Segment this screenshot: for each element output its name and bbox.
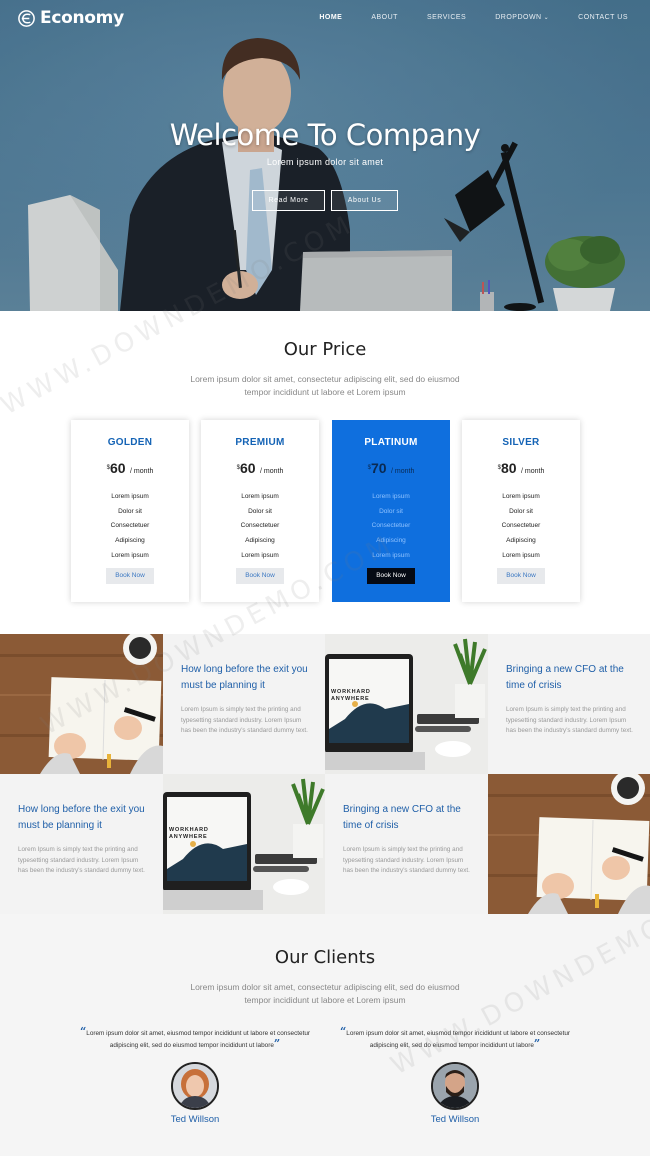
logo-icon — [18, 9, 35, 27]
plan-period: / month — [521, 468, 545, 475]
feature-body: Lorem Ipsum is simply text the printing … — [18, 846, 145, 875]
plan-feature: Consectetuer — [110, 522, 150, 529]
plan-name: PREMIUM — [235, 437, 285, 448]
price-title: Our Price — [283, 339, 367, 360]
notebook-photo — [0, 634, 163, 774]
plan-feature: Lorem ipsum — [502, 552, 540, 559]
brand-name: Economy — [40, 8, 124, 28]
feature-card: How long before the exit you must be pla… — [0, 774, 163, 914]
book-now-button[interactable]: Book Now — [236, 568, 284, 584]
laptop-screen-text: WORKHARD ANYWHERE — [169, 827, 209, 840]
price-card-platinum: PLATINUM $70 / month Lorem ipsum Dolor s… — [332, 420, 450, 602]
plan-feature: Adipiscing — [245, 537, 275, 544]
avatar — [171, 1062, 219, 1110]
feature-title[interactable]: Bringing a new CFO at the time of crisis — [506, 662, 638, 694]
hero-section: Economy HOME ABOUT SERVICES DROPDOWN ⌄ CO… — [0, 0, 650, 311]
navbar: Economy HOME ABOUT SERVICES DROPDOWN ⌄ CO… — [0, 0, 650, 38]
avatar — [431, 1062, 479, 1110]
clients-section: Our Clients Lorem ipsum dolor sit amet, … — [0, 914, 650, 1156]
plan-feature: Lorem ipsum — [241, 493, 279, 500]
plan-feature: Dolor sit — [248, 508, 272, 515]
plan-name: GOLDEN — [107, 437, 153, 448]
testimonial-quote: “Lorem ipsum dolor sit amet, eiusmod tem… — [75, 1026, 315, 1052]
feature-grid: How long before the exit you must be pla… — [0, 634, 650, 914]
plan-name: SILVER — [502, 437, 540, 448]
plan-feature: Adipiscing — [115, 537, 145, 544]
plan-period: / month — [391, 468, 415, 475]
plan-period: / month — [260, 468, 284, 475]
nav-home[interactable]: HOME — [319, 14, 342, 21]
plan-feature: Lorem ipsum — [111, 552, 149, 559]
logo[interactable]: Economy — [17, 8, 124, 28]
hero-subtitle: Lorem ipsum dolor sit amet — [266, 157, 384, 167]
book-now-button[interactable]: Book Now — [106, 568, 154, 584]
feature-card: How long before the exit you must be pla… — [163, 634, 326, 774]
price-description: Lorem ipsum dolor sit amet, consectetur … — [190, 374, 460, 397]
feature-card: Bringing a new CFO at the time of crisis… — [488, 634, 650, 774]
about-us-button[interactable]: About Us — [331, 190, 398, 211]
plan-feature: Dolor sit — [118, 508, 142, 515]
feature-body: Lorem Ipsum is simply text the printing … — [506, 706, 633, 735]
price-card-golden: GOLDEN $60 / month Lorem ipsum Dolor sit… — [71, 420, 189, 602]
hero-overlay — [0, 0, 650, 311]
read-more-button[interactable]: Read More — [252, 190, 325, 211]
feature-title[interactable]: How long before the exit you must be pla… — [181, 662, 313, 694]
feature-body: Lorem Ipsum is simply text the printing … — [343, 846, 470, 875]
price-card-premium: PREMIUM $60 / month Lorem ipsum Dolor si… — [201, 420, 319, 602]
nav-services[interactable]: SERVICES — [427, 14, 466, 21]
plan-amount: 60 — [109, 460, 126, 476]
book-now-button[interactable]: Book Now — [367, 568, 415, 584]
laptop-photo: WORKHARD ANYWHERE — [163, 774, 326, 914]
nav-dropdown[interactable]: DROPDOWN ⌄ — [495, 14, 549, 21]
plan-period: / month — [130, 468, 154, 475]
client-name: Ted Willson — [430, 1114, 480, 1125]
plan-amount: 80 — [500, 460, 517, 476]
plan-feature: Consectetuer — [371, 522, 411, 529]
book-now-button[interactable]: Book Now — [497, 568, 545, 584]
plan-price: $60 / month — [71, 460, 189, 478]
plan-name: PLATINUM — [364, 437, 418, 448]
plan-price: $70 / month — [332, 460, 450, 478]
plan-feature: Lorem ipsum — [502, 493, 540, 500]
quote-close-icon: ” — [533, 1037, 541, 1050]
feature-title[interactable]: Bringing a new CFO at the time of crisis — [343, 802, 475, 834]
plan-feature: Adipiscing — [506, 537, 536, 544]
feature-title[interactable]: How long before the exit you must be pla… — [18, 802, 150, 834]
quote-close-icon: ” — [273, 1037, 281, 1050]
plan-amount: 70 — [370, 460, 387, 476]
plan-feature: Dolor sit — [509, 508, 533, 515]
plan-feature: Lorem ipsum — [372, 552, 410, 559]
price-card-silver: SILVER $80 / month Lorem ipsum Dolor sit… — [462, 420, 580, 602]
plan-feature: Adipiscing — [376, 537, 406, 544]
plan-feature: Consectetuer — [240, 522, 280, 529]
feature-body: Lorem Ipsum is simply text the printing … — [181, 706, 308, 735]
nav-about[interactable]: ABOUT — [371, 14, 398, 21]
laptop-photo: WORKHARD ANYWHERE — [325, 634, 488, 774]
notebook-photo — [488, 774, 650, 914]
plan-feature: Lorem ipsum — [241, 552, 279, 559]
nav-dropdown-label: DROPDOWN — [495, 14, 542, 21]
plan-feature: Lorem ipsum — [372, 493, 410, 500]
clients-title: Our Clients — [274, 947, 376, 968]
plan-feature: Consectetuer — [501, 522, 541, 529]
testimonial-quote: “Lorem ipsum dolor sit amet, eiusmod tem… — [335, 1026, 575, 1052]
plan-price: $80 / month — [462, 460, 580, 478]
feature-card: Bringing a new CFO at the time of crisis… — [325, 774, 488, 914]
plan-amount: 60 — [239, 460, 256, 476]
laptop-screen-text: WORKHARD ANYWHERE — [331, 689, 371, 702]
plan-feature: Lorem ipsum — [111, 493, 149, 500]
hero-title: Welcome To Company — [169, 118, 481, 152]
clients-description: Lorem ipsum dolor sit amet, consectetur … — [190, 982, 460, 1005]
nav-menu: HOME ABOUT SERVICES DROPDOWN ⌄ CONTACT US — [290, 14, 628, 21]
client-name: Ted Willson — [170, 1114, 220, 1125]
nav-contact[interactable]: CONTACT US — [578, 14, 628, 21]
chevron-down-icon: ⌄ — [543, 15, 550, 21]
plan-feature: Dolor sit — [379, 508, 403, 515]
plan-price: $60 / month — [201, 460, 319, 478]
